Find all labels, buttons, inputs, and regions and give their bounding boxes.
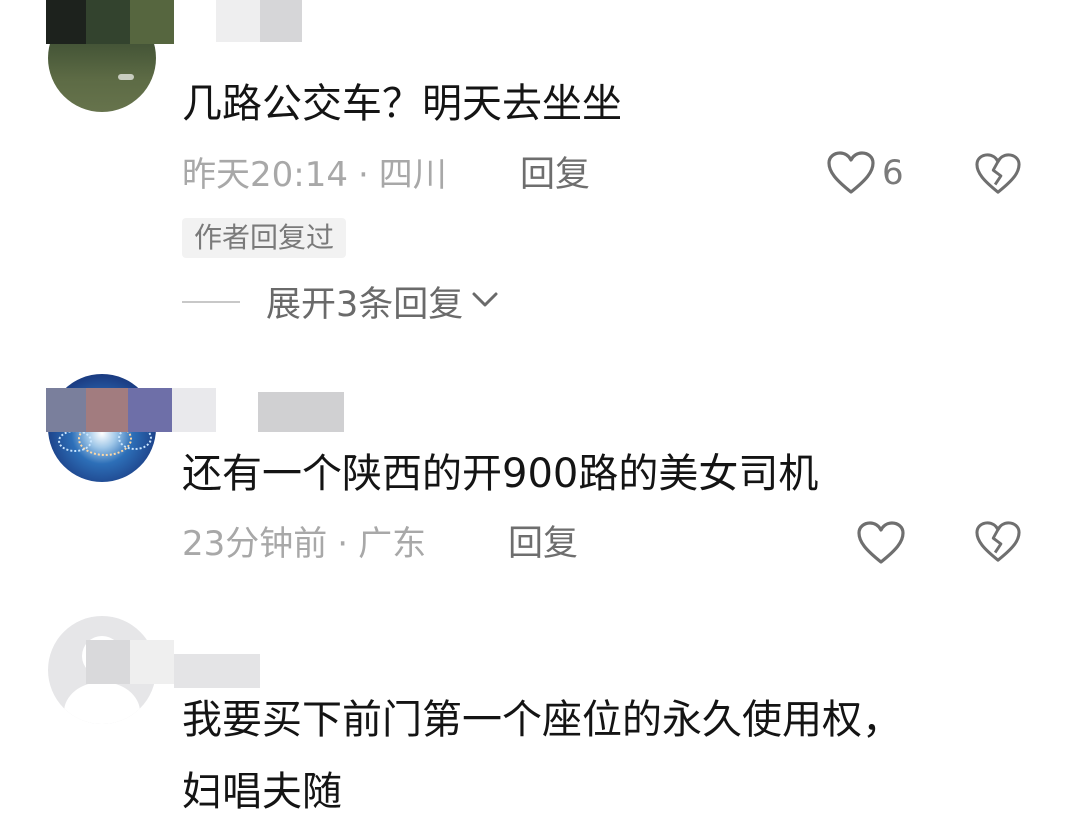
broken-heart-icon	[974, 152, 1022, 196]
comment-time: 23分钟前	[182, 524, 328, 564]
username-mosaic	[46, 388, 86, 432]
comment-text-continued: 妇唱夫随	[182, 769, 342, 815]
dislike-button[interactable]	[974, 520, 1022, 564]
like-count: 6	[882, 153, 904, 193]
like-button[interactable]	[856, 520, 906, 566]
comment-2: 还有一个陕西的开900路的美女司机 23分钟前 · 广东 回复	[0, 370, 1080, 600]
username-mosaic	[46, 0, 86, 44]
author-replied-tag: 作者回复过	[182, 218, 347, 258]
username-mosaic	[216, 0, 260, 42]
meta-separator: ·	[357, 155, 369, 195]
username-mosaic	[86, 0, 130, 44]
broken-heart-icon	[974, 520, 1022, 564]
username-mosaic	[86, 640, 130, 684]
like-button[interactable]: 6	[826, 150, 904, 196]
username-mosaic	[128, 388, 172, 432]
heart-icon	[856, 520, 906, 566]
divider-line	[182, 300, 240, 303]
expand-replies-label: 展开3条回复	[266, 285, 464, 325]
chevron-down-icon	[471, 290, 499, 314]
username-mosaic	[258, 392, 344, 432]
dislike-button[interactable]	[974, 152, 1022, 196]
meta-separator: ·	[337, 524, 349, 564]
comment-text: 我要买下前门第一个座位的永久使用权，	[182, 697, 902, 743]
comment-meta: 昨天20:14 · 四川	[182, 153, 447, 197]
comment-text: 还有一个陕西的开900路的美女司机	[182, 451, 819, 497]
reply-button[interactable]: 回复	[508, 522, 578, 566]
comment-meta: 23分钟前 · 广东	[182, 522, 426, 566]
username-mosaic	[260, 0, 302, 42]
username-mosaic	[130, 640, 174, 684]
comment-time: 昨天20:14	[182, 155, 348, 195]
comment-location: 广东	[358, 524, 427, 564]
comment-location: 四川	[378, 155, 447, 195]
username-mosaic	[174, 654, 260, 688]
username-mosaic	[86, 388, 128, 432]
comment-1: 几路公交车？明天去坐坐 昨天20:14 · 四川 回复 6 作者回复过 展开3条回复	[0, 0, 1080, 340]
comment-text: 几路公交车？明天去坐坐	[182, 81, 622, 127]
username-mosaic	[130, 0, 174, 44]
comment-3: 我要买下前门第一个座位的永久使用权， 妇唱夫随	[0, 610, 1080, 815]
reply-button[interactable]: 回复	[520, 153, 590, 197]
heart-icon	[826, 150, 876, 196]
expand-replies-button[interactable]: 展开3条回复	[182, 276, 499, 327]
username-mosaic	[172, 388, 216, 432]
